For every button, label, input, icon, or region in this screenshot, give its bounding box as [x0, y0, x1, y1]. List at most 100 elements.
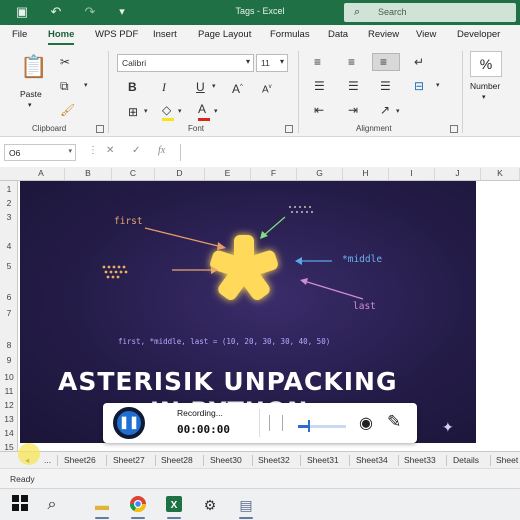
cancel-icon[interactable]: ✕: [106, 145, 114, 156]
format-painter-icon[interactable]: 🖌: [60, 103, 75, 117]
sheet-tab[interactable]: Details: [453, 455, 479, 465]
italic-icon[interactable]: I: [162, 80, 166, 94]
align-right-icon[interactable]: ☰: [380, 79, 391, 93]
pen-icon[interactable]: ✎: [387, 412, 401, 432]
underline-icon[interactable]: U: [196, 80, 205, 94]
font-color-icon[interactable]: A: [198, 102, 206, 116]
column-header-a[interactable]: A: [18, 168, 65, 180]
chrome-icon[interactable]: [128, 495, 148, 515]
column-header-f[interactable]: F: [251, 168, 297, 180]
column-header-i[interactable]: I: [389, 168, 435, 180]
sheet-tab[interactable]: Sheet: [496, 455, 518, 465]
row-header[interactable]: 7: [0, 308, 18, 318]
sheet-tab[interactable]: Sheet28: [161, 455, 193, 465]
pause-button[interactable]: ❚❚: [113, 407, 145, 439]
paste-dropdown-icon[interactable]: ▾: [28, 101, 32, 109]
tab-developer[interactable]: Developer: [457, 29, 500, 40]
excel-icon[interactable]: X: [164, 495, 184, 515]
column-header-g[interactable]: G: [297, 168, 343, 180]
windows-start-icon[interactable]: [10, 495, 30, 515]
save-icon[interactable]: ▣: [14, 4, 30, 20]
number-label[interactable]: Number: [470, 81, 500, 91]
tab-formulas[interactable]: Formulas: [270, 29, 310, 40]
tab-wps-pdf[interactable]: WPS PDF: [95, 29, 138, 40]
sheet-tab[interactable]: Sheet30: [210, 455, 242, 465]
tab-insert[interactable]: Insert: [153, 29, 177, 40]
row-header[interactable]: 13: [0, 414, 18, 424]
merge-dropdown-icon[interactable]: ▾: [436, 79, 440, 93]
number-dropdown-icon[interactable]: ▾: [482, 93, 486, 101]
tab-data[interactable]: Data: [328, 29, 348, 40]
column-header-b[interactable]: B: [65, 168, 112, 180]
row-header[interactable]: 12: [0, 400, 18, 410]
orientation-icon[interactable]: ↗: [380, 103, 390, 117]
borders-dropdown-icon[interactable]: ▾: [144, 105, 148, 119]
decrease-indent-icon[interactable]: ⇤: [314, 103, 324, 117]
sheet-tab[interactable]: Sheet34: [356, 455, 388, 465]
row-header[interactable]: 9: [0, 355, 18, 365]
align-center-icon[interactable]: ☰: [348, 79, 359, 93]
column-header-j[interactable]: J: [435, 168, 481, 180]
fill-color-dropdown-icon[interactable]: ▾: [178, 105, 182, 119]
row-header[interactable]: 1: [0, 184, 18, 194]
font-color-dropdown-icon[interactable]: ▾: [214, 105, 218, 119]
number-format-button[interactable]: %: [470, 51, 502, 77]
cut-icon[interactable]: ✂: [60, 55, 70, 69]
sheet-tab[interactable]: Sheet33: [404, 455, 436, 465]
tab-home[interactable]: Home: [48, 29, 75, 45]
tab-view[interactable]: View: [416, 29, 436, 40]
sheet-tab[interactable]: Sheet27: [113, 455, 145, 465]
column-header-d[interactable]: D: [155, 168, 205, 180]
quick-access-dropdown-icon[interactable]: ▾: [114, 4, 130, 20]
paste-label[interactable]: Paste: [20, 89, 42, 99]
paste-icon[interactable]: 📋: [20, 55, 47, 79]
enter-icon[interactable]: ✓: [132, 145, 140, 156]
row-header[interactable]: 5: [0, 261, 18, 271]
row-header[interactable]: 2: [0, 198, 18, 208]
align-left-icon[interactable]: ☰: [314, 79, 325, 93]
column-header-h[interactable]: H: [343, 168, 389, 180]
insert-function-icon[interactable]: fx: [158, 145, 165, 156]
column-header-e[interactable]: E: [205, 168, 251, 180]
increase-font-icon[interactable]: A^: [232, 80, 243, 96]
column-header-k[interactable]: K: [481, 168, 520, 180]
bold-icon[interactable]: B: [128, 80, 137, 94]
copy-dropdown-icon[interactable]: ▾: [84, 79, 88, 93]
wrap-text-icon[interactable]: ↵: [414, 55, 424, 69]
volume-handle[interactable]: [307, 420, 310, 432]
sheet-tab[interactable]: Sheet31: [307, 455, 339, 465]
sheet-tab[interactable]: Sheet32: [258, 455, 290, 465]
document-icon[interactable]: ▤: [236, 495, 256, 515]
merge-center-icon[interactable]: ⊟: [414, 79, 424, 93]
row-header[interactable]: 10: [0, 372, 18, 382]
webcam-icon[interactable]: ◉: [359, 413, 373, 433]
align-middle-icon[interactable]: ≡: [348, 55, 355, 69]
font-name-select[interactable]: Calibri ▾: [117, 54, 254, 72]
settings-gear-icon[interactable]: ⚙: [200, 495, 220, 515]
row-header[interactable]: 4: [0, 241, 18, 251]
tab-page-layout[interactable]: Page Layout: [198, 29, 251, 40]
underline-dropdown-icon[interactable]: ▾: [212, 80, 216, 94]
decrease-font-icon[interactable]: Av: [262, 80, 272, 97]
name-box[interactable]: O6 ▾: [4, 144, 76, 161]
redo-icon[interactable]: ↷: [82, 4, 98, 20]
file-explorer-icon[interactable]: ▬: [92, 495, 112, 515]
copy-icon[interactable]: ⧉: [60, 79, 69, 93]
search-box[interactable]: ⌕ Search: [344, 3, 516, 22]
undo-icon[interactable]: ↶: [48, 4, 64, 20]
column-header-c[interactable]: C: [112, 168, 155, 180]
sheet-tab[interactable]: Sheet26: [64, 455, 96, 465]
formula-input[interactable]: [180, 144, 520, 161]
fill-color-icon[interactable]: ◇: [162, 103, 171, 117]
sheet-more-button[interactable]: ...: [44, 455, 51, 465]
borders-icon[interactable]: ⊞: [128, 105, 138, 119]
clipboard-launcher-icon[interactable]: [96, 125, 104, 133]
font-size-select[interactable]: 11 ▾: [256, 54, 288, 72]
align-top-icon[interactable]: ≡: [314, 55, 321, 69]
tab-review[interactable]: Review: [368, 29, 399, 40]
row-header[interactable]: 14: [0, 428, 18, 438]
row-header[interactable]: 11: [0, 386, 18, 396]
orientation-dropdown-icon[interactable]: ▾: [396, 105, 400, 119]
increase-indent-icon[interactable]: ⇥: [348, 103, 358, 117]
row-header[interactable]: 8: [0, 340, 18, 350]
